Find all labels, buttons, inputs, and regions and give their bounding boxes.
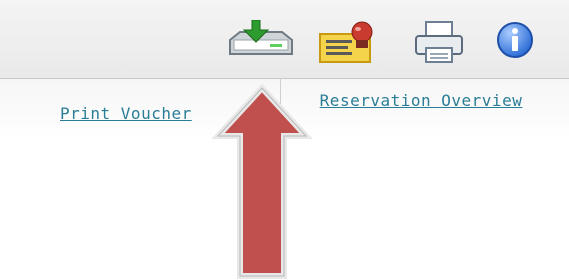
toolbar [0, 0, 569, 79]
reservation-overview-link[interactable]: Reservation Overview [290, 86, 552, 116]
printer-icon[interactable] [414, 20, 464, 64]
annotation-arrow [211, 83, 313, 280]
print-voucher-link[interactable]: Print Voucher [60, 104, 192, 123]
voucher-stamp-icon[interactable] [318, 20, 378, 64]
download-icon[interactable] [226, 20, 296, 64]
info-icon[interactable] [495, 20, 539, 64]
page: Print Voucher Reservation Overview [0, 0, 569, 280]
